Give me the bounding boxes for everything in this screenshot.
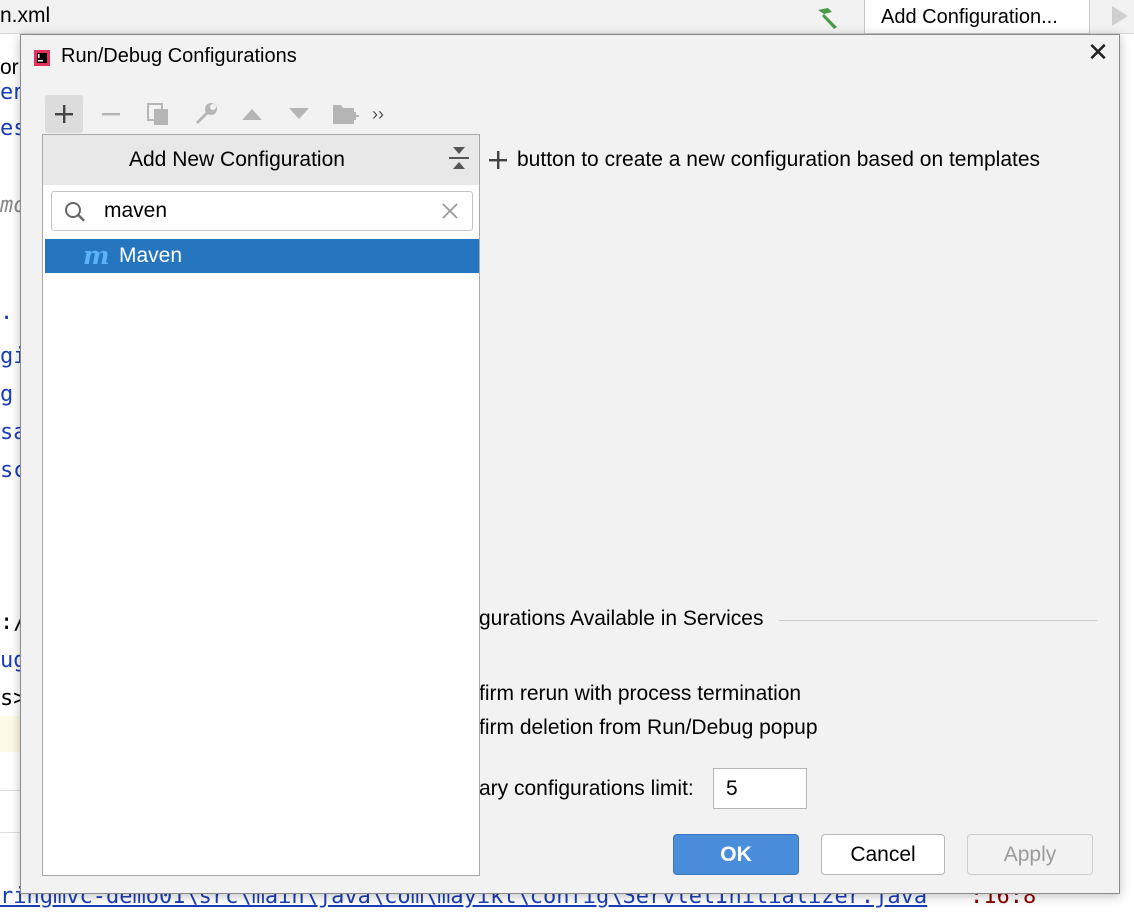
apply-button[interactable]: Apply (967, 834, 1093, 875)
new-folder-button[interactable] (327, 95, 365, 133)
code-fragment: g (0, 382, 14, 407)
arrow-down-icon (289, 108, 309, 119)
empty-state-hint: button to create a new configuration bas… (517, 148, 1041, 171)
popup-header: Add New Configuration (43, 135, 479, 185)
more-icon[interactable]: ›› (363, 95, 393, 133)
search-input[interactable] (104, 197, 424, 225)
code-fragment: . (0, 300, 14, 325)
list-item-label: Maven (119, 244, 183, 267)
arrow-up-icon (242, 109, 262, 120)
temporary-limit-input[interactable] (713, 768, 807, 809)
collapse-all-icon[interactable] (447, 145, 471, 171)
minus-icon (102, 113, 120, 116)
list-item-maven[interactable]: m Maven (45, 239, 479, 273)
copy-icon (147, 103, 168, 125)
folder-add-icon (333, 105, 359, 124)
move-down-button[interactable] (280, 95, 318, 133)
copy-configuration-button[interactable] (139, 95, 177, 133)
add-configuration-button[interactable]: Add Configuration... (864, 0, 1090, 34)
confirm-rerun-checkbox-label[interactable]: firm rerun with process termination (479, 682, 801, 706)
remove-configuration-button[interactable] (92, 95, 130, 133)
popup-title: Add New Configuration (129, 148, 345, 171)
confirm-deletion-checkbox-label[interactable]: firm deletion from Run/Debug popup (479, 716, 818, 740)
search-field[interactable] (51, 191, 473, 231)
temporary-limit-label: ary configurations limit: (479, 777, 694, 800)
ok-button[interactable]: OK (673, 834, 799, 875)
section-separator (779, 620, 1097, 621)
wrench-icon (196, 103, 217, 124)
divider (0, 790, 20, 791)
run-icon[interactable] (1112, 6, 1128, 26)
edit-templates-button[interactable] (187, 95, 225, 133)
intellij-app-icon (34, 50, 50, 66)
build-hammer-icon[interactable] (812, 4, 842, 30)
clear-icon[interactable] (440, 201, 460, 221)
divider (0, 832, 20, 833)
editor-tab-file[interactable]: n.xml (0, 4, 50, 28)
plus-icon (55, 105, 73, 123)
close-icon[interactable]: ✕ (1085, 39, 1111, 65)
ide-toolbar: n.xml Add Configuration... (0, 0, 1134, 34)
search-icon (65, 202, 85, 222)
dialog-title: Run/Debug Configurations (61, 45, 297, 67)
editor-line-highlight (0, 716, 20, 752)
move-up-button[interactable] (233, 95, 271, 133)
plus-icon (489, 151, 507, 169)
add-new-configuration-popup: Add New Configuration m Maven (42, 134, 480, 876)
services-section-title: gurations Available in Services (479, 607, 764, 630)
maven-icon: m (83, 241, 110, 270)
cancel-button[interactable]: Cancel (821, 834, 945, 875)
add-configuration-toolbar-button[interactable] (45, 95, 83, 133)
